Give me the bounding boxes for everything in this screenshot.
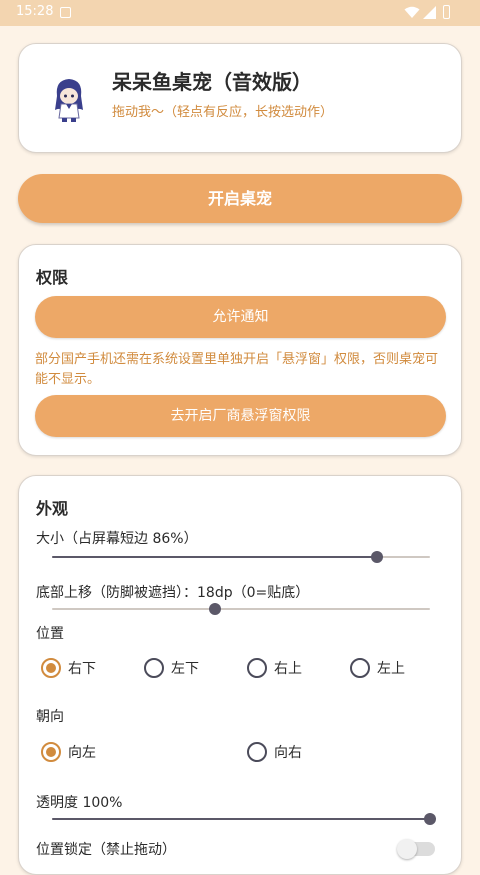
toggle-knob	[397, 839, 417, 859]
slider-thumb[interactable]	[208, 603, 221, 615]
offset-slider[interactable]	[52, 603, 430, 615]
radio-unchecked-icon	[350, 658, 370, 678]
wifi-icon	[404, 6, 420, 18]
permissions-title: 权限	[36, 268, 69, 287]
direction-label: 朝向	[36, 709, 64, 725]
radio-label: 向左	[68, 745, 96, 761]
position-option-bottom-right[interactable]: 右下	[41, 656, 96, 680]
offset-label: 底部上移（防脚被遮挡）：18dp（0=贴底）	[36, 585, 310, 601]
battery-icon	[443, 5, 450, 19]
permissions-card: 权限 允许通知 部分国产手机还需在系统设置里单独开启「悬浮窗」权限，否则桌宠可能…	[18, 244, 462, 456]
notification-icon	[60, 7, 71, 18]
lock-toggle[interactable]	[397, 839, 435, 859]
start-pet-button[interactable]: 开启桌宠	[18, 174, 462, 223]
direction-option-right[interactable]: 向右	[247, 740, 302, 764]
app-subtitle: 拖动我～（轻点有反应，长按选动作）	[112, 105, 334, 120]
radio-unchecked-icon	[247, 658, 267, 678]
radio-unchecked-icon	[144, 658, 164, 678]
radio-checked-icon	[41, 742, 61, 762]
radio-label: 向右	[274, 745, 302, 761]
radio-label: 右上	[274, 661, 302, 677]
position-option-bottom-left[interactable]: 左下	[144, 656, 199, 680]
overlay-permission-button[interactable]: 去开启厂商悬浮窗权限	[35, 395, 446, 437]
slider-thumb[interactable]	[424, 813, 436, 825]
position-option-top-left[interactable]: 左上	[350, 656, 405, 680]
signal-icon	[423, 6, 436, 19]
radio-label: 左下	[171, 661, 199, 677]
opacity-label: 透明度 100%	[36, 795, 123, 811]
status-time: 15:28	[16, 4, 54, 19]
pet-avatar-icon	[55, 79, 83, 122]
direction-option-left[interactable]: 向左	[41, 740, 96, 764]
slider-fill	[52, 818, 430, 820]
status-bar: 15:28	[0, 0, 480, 26]
app-title: 呆呆鱼桌宠（音效版）	[112, 70, 312, 94]
allow-notification-button[interactable]: 允许通知	[35, 296, 446, 338]
lock-label: 位置锁定（禁止拖动）	[36, 842, 176, 858]
radio-checked-icon	[41, 658, 61, 678]
radio-label: 左上	[377, 661, 405, 677]
size-slider[interactable]	[52, 551, 430, 563]
opacity-slider[interactable]	[52, 813, 436, 825]
slider-fill	[52, 556, 378, 558]
overlay-permission-note: 部分国产手机还需在系统设置里单独开启「悬浮窗」权限，否则桌宠可能不显示。	[35, 352, 439, 387]
slider-thumb[interactable]	[371, 551, 384, 563]
position-option-top-right[interactable]: 右上	[247, 656, 302, 680]
radio-unchecked-icon	[247, 742, 267, 762]
radio-label: 右下	[68, 661, 96, 677]
position-label: 位置	[36, 626, 64, 642]
appearance-title: 外观	[36, 499, 69, 518]
header-card: 呆呆鱼桌宠（音效版） 拖动我～（轻点有反应，长按选动作）	[18, 43, 462, 153]
slider-fill	[52, 608, 215, 610]
appearance-card: 外观 大小（占屏幕短边 86%） 底部上移（防脚被遮挡）：18dp（0=贴底） …	[18, 475, 462, 875]
size-label: 大小（占屏幕短边 86%）	[36, 531, 198, 547]
